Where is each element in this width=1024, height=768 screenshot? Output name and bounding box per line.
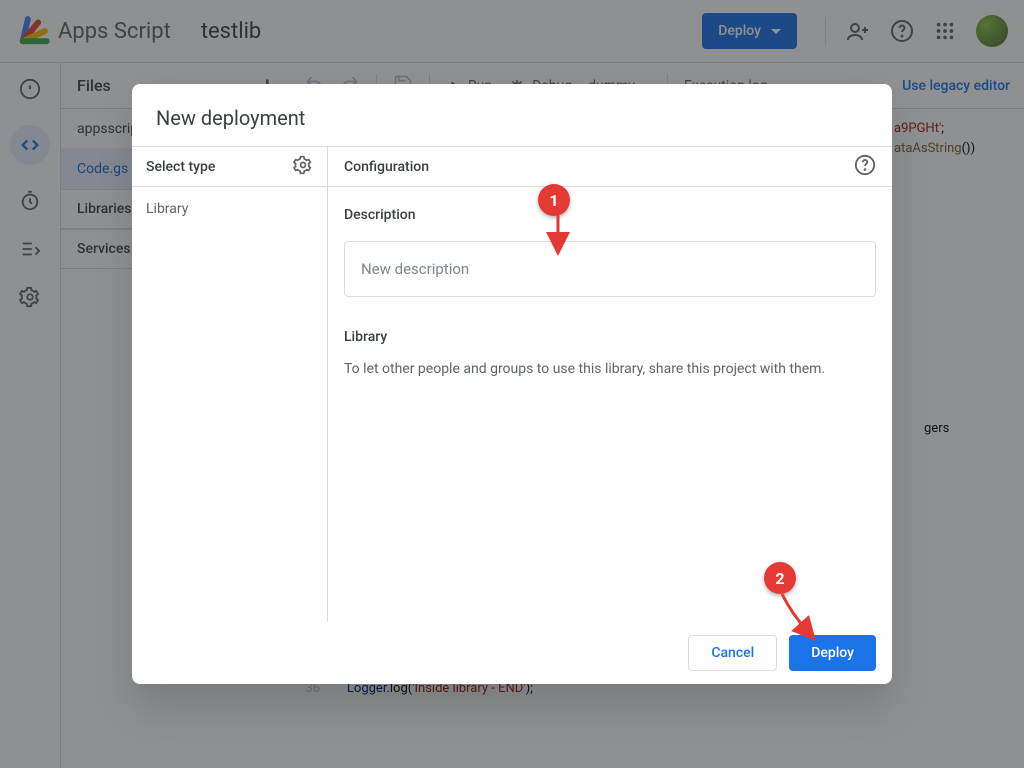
callout-2-badge: 2 <box>764 562 796 594</box>
callout-1-arrow-icon <box>548 214 568 260</box>
description-label: Description <box>344 207 876 223</box>
description-input[interactable] <box>344 241 876 297</box>
deployment-type-library[interactable]: Library <box>132 187 327 231</box>
library-help-text: To let other people and groups to use th… <box>344 359 876 379</box>
select-type-label: Select type <box>146 159 215 175</box>
configuration-header: Configuration <box>328 147 892 187</box>
new-deployment-dialog: New deployment Select type Library Confi… <box>132 84 892 684</box>
gear-icon[interactable] <box>293 155 313 179</box>
help-icon[interactable] <box>854 154 876 180</box>
configuration-label: Configuration <box>344 159 429 175</box>
callout-2-arrow-icon <box>780 594 820 648</box>
dialog-title: New deployment <box>132 84 892 146</box>
dialog-right-panel: Configuration Description Library To let… <box>328 147 892 622</box>
cancel-button[interactable]: Cancel <box>688 635 777 671</box>
library-section-label: Library <box>344 329 876 345</box>
modal-overlay: New deployment Select type Library Confi… <box>0 0 1024 768</box>
callout-1-badge: 1 <box>538 184 570 216</box>
select-type-header: Select type <box>132 147 327 187</box>
dialog-footer: Cancel Deploy <box>132 622 892 684</box>
dialog-left-panel: Select type Library <box>132 147 328 622</box>
